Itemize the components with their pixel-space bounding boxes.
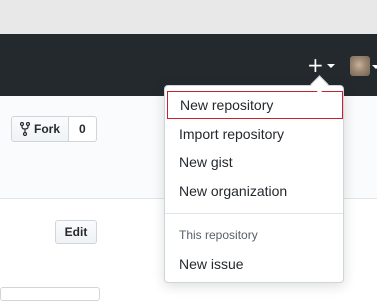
caret-down-icon — [327, 64, 335, 68]
menu-item-import-repository[interactable]: Import repository — [165, 120, 343, 148]
menu-item-new-repository[interactable]: New repository — [167, 91, 343, 119]
fork-icon — [20, 122, 30, 136]
menu-divider — [165, 213, 343, 214]
avatar[interactable] — [350, 56, 370, 76]
fork-button-group: Fork 0 — [11, 116, 97, 142]
create-dropdown-menu: New repository Import repository New gis… — [164, 85, 344, 283]
plus-icon: + — [307, 53, 324, 77]
avatar-caret-down-icon[interactable] — [372, 65, 377, 69]
menu-item-new-issue[interactable]: New issue — [165, 250, 343, 278]
menu-item-new-gist[interactable]: New gist — [165, 148, 343, 176]
create-new-button[interactable]: + — [304, 54, 338, 76]
text-input[interactable] — [0, 287, 100, 301]
menu-item-new-organization[interactable]: New organization — [165, 177, 343, 205]
menu-section-header: This repository — [179, 228, 258, 242]
fork-label: Fork — [34, 122, 61, 136]
fork-button[interactable]: Fork — [11, 116, 70, 142]
edit-button[interactable]: Edit — [55, 220, 97, 244]
browser-top-strip — [0, 0, 377, 34]
fork-count[interactable]: 0 — [69, 116, 97, 142]
